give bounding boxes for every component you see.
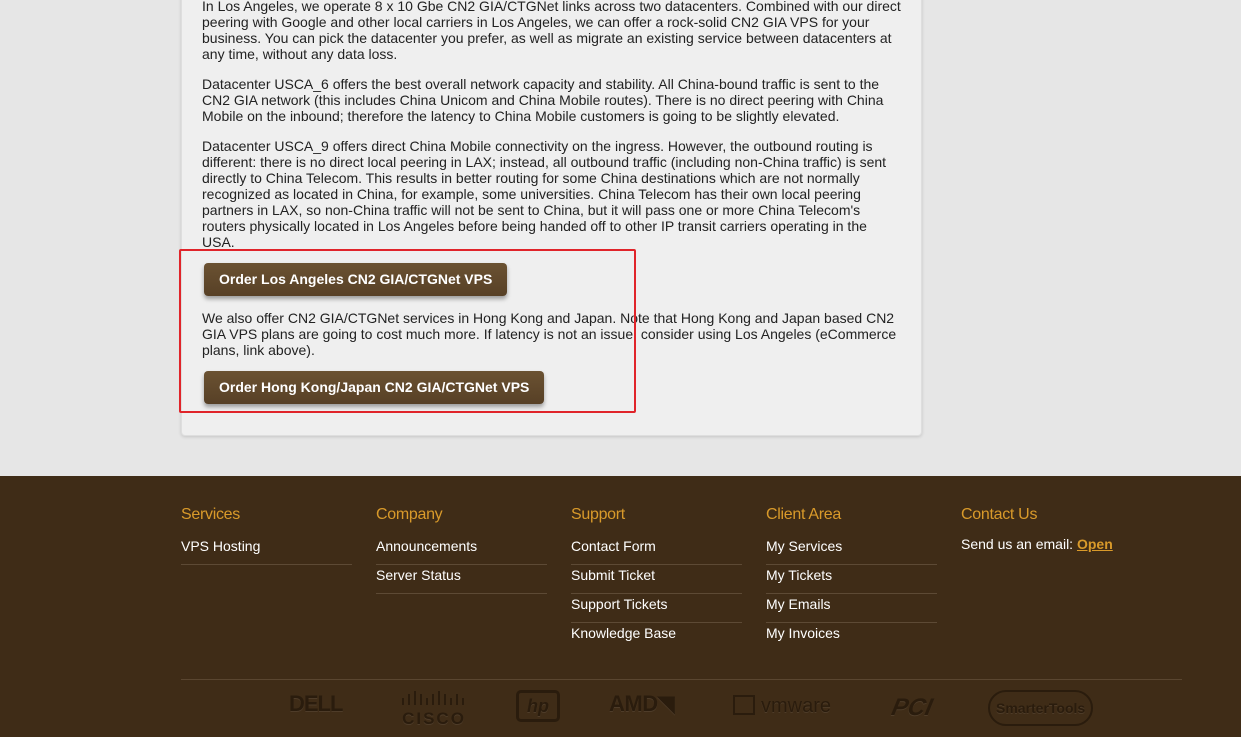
footer-support-column: Support Contact Form Submit Ticket Suppo…	[571, 506, 742, 652]
footer-link-knowledge-base[interactable]: Knowledge Base	[571, 623, 742, 652]
usca6-paragraph: Datacenter USCA_6 offers the best overal…	[202, 76, 884, 124]
footer-services-column: Services VPS Hosting	[181, 506, 352, 565]
footer-link-my-invoices[interactable]: My Invoices	[766, 623, 937, 652]
footer-link-contact-form[interactable]: Contact Form	[571, 536, 742, 565]
footer-company-title: Company	[376, 506, 443, 523]
footer-services-title: Services	[181, 506, 240, 523]
vmware-wordmark: vmware	[761, 695, 832, 717]
footer-divider	[181, 679, 1182, 680]
usca9-paragraph: Datacenter USCA_9 offers direct China Mo…	[202, 138, 887, 250]
intro-paragraph: In Los Angeles, we operate 8 x 10 Gbe CN…	[202, 0, 901, 62]
amd-arrow-icon: ◥	[657, 691, 675, 716]
amd-logo: AMD◥	[609, 691, 675, 717]
footer-company-column: Company Announcements Server Status	[376, 506, 547, 594]
order-hong-kong-japan-button[interactable]: Order Hong Kong/Japan CN2 GIA/CTGNet VPS	[204, 371, 545, 404]
footer-link-my-emails[interactable]: My Emails	[766, 594, 937, 623]
cisco-logo: CISCO	[400, 691, 468, 729]
footer-client-area-title: Client Area	[766, 506, 841, 523]
order-los-angeles-button[interactable]: Order Los Angeles CN2 GIA/CTGNet VPS	[204, 263, 508, 296]
vmware-logo: vmware	[733, 695, 831, 718]
footer-link-my-services[interactable]: My Services	[766, 536, 937, 565]
cisco-bars-icon	[402, 691, 464, 705]
hp-logo: hp	[516, 690, 560, 722]
contact-email-open-link[interactable]: Open	[1077, 536, 1113, 552]
amd-wordmark: AMD	[609, 691, 658, 716]
contact-email-line: Send us an email: Open	[961, 536, 1181, 552]
footer-link-server-status[interactable]: Server Status	[376, 565, 547, 594]
pci-logo: PCI	[889, 694, 935, 721]
footer-link-support-tickets[interactable]: Support Tickets	[571, 594, 742, 623]
cisco-wordmark: CISCO	[402, 709, 466, 728]
hk-japan-paragraph: We also offer CN2 GIA/CTGNet services in…	[202, 310, 897, 358]
footer-support-title: Support	[571, 506, 625, 523]
smartertools-logo: SmarterTools	[988, 690, 1094, 726]
footer-contact-title: Contact Us	[961, 506, 1038, 523]
footer-client-area-column: Client Area My Services My Tickets My Em…	[766, 506, 937, 652]
footer-link-my-tickets[interactable]: My Tickets	[766, 565, 937, 594]
footer-link-announcements[interactable]: Announcements	[376, 536, 547, 565]
vmware-square-icon	[733, 695, 755, 715]
contact-email-text: Send us an email:	[961, 536, 1077, 552]
footer-link-submit-ticket[interactable]: Submit Ticket	[571, 565, 742, 594]
footer: Services VPS Hosting Company Announcemen…	[0, 476, 1241, 737]
footer-contact-column: Contact Us Send us an email: Open	[961, 506, 1181, 552]
content-card: In Los Angeles, we operate 8 x 10 Gbe CN…	[181, 0, 922, 436]
footer-link-vps-hosting[interactable]: VPS Hosting	[181, 536, 352, 565]
dell-logo: DELL	[289, 691, 343, 716]
